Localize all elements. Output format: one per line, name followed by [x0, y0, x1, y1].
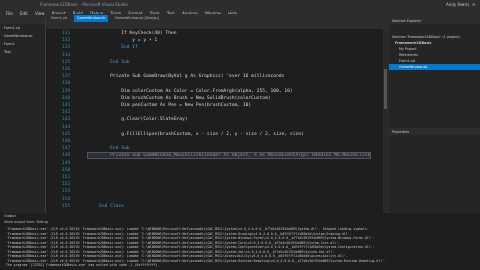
list-item[interactable]: GameWindow.vb — [0, 32, 45, 40]
line-number: 154 — [62, 196, 71, 202]
code-line[interactable]: g.Clear(Color.SlateGray) — [88, 117, 187, 122]
line-number: 145 — [62, 131, 71, 137]
line-number: 133 — [62, 45, 71, 51]
properties-title: Properties — [389, 129, 480, 135]
line-number: 143 — [62, 117, 71, 123]
output-title: Output — [4, 214, 16, 218]
list-item[interactable]: Text — [0, 48, 45, 56]
line-number: 151 — [62, 175, 71, 180]
output-line: 'Framework2DBasic.exe' (CLR v4.0.30319: … — [6, 254, 348, 258]
output-line: 'Framework2DBasic.exe' (CLR v4.0.30319: … — [6, 258, 386, 263]
line-number: 135 — [62, 59, 71, 65]
output-line: The program '[13332] Framework2DBasic.ex… — [6, 263, 160, 267]
solution-explorer: Solution Explorer Solution 'Framework2DB… — [389, 18, 480, 128]
output-line: 'Framework2DBasic.exe' (CLR v4.0.30319: … — [6, 227, 369, 231]
menu-edit[interactable]: Edit — [20, 9, 28, 18]
vertical-scrollbar[interactable] — [383, 29, 388, 213]
code-editor[interactable]: 131 If KeyCheck(40) Then 132 y = y + 1 133… — [46, 29, 383, 213]
line-number: 155 — [62, 203, 71, 209]
line-number: 138 — [62, 81, 71, 87]
line-number: 146 — [62, 139, 71, 144]
line-number: 144 — [62, 124, 71, 130]
code-line[interactable]: g.FillEllipse(brushCustom, x - size / 2,… — [88, 132, 304, 137]
code-line[interactable]: End Class — [88, 204, 124, 209]
output-source-select[interactable]: Show output from: Debug — [4, 220, 48, 224]
minimize-icon[interactable]: – — [462, 0, 464, 9]
title-bar: Framework2DBasic - Microsoft Visual Stud… — [0, 0, 480, 9]
code-line[interactable]: Private Sub GameDraw(ByVal g As Graphics… — [88, 74, 284, 79]
output-line: 'Framework2DBasic.exe' (CLR v4.0.30319: … — [6, 240, 340, 245]
line-number: 147 — [62, 146, 71, 152]
scrollbar-thumb[interactable] — [384, 69, 387, 109]
line-number: 150 — [62, 167, 71, 173]
properties-panel: Properties — [389, 129, 480, 213]
close-icon[interactable]: ✕ — [472, 0, 475, 9]
tab-gamewindow[interactable]: GameWindow.vb — [74, 15, 109, 22]
output-line: 'Framework2DBasic.exe' (CLR v4.0.30319: … — [6, 249, 337, 254]
code-line[interactable]: If KeyCheck(40) Then — [88, 31, 176, 36]
line-number: 134 — [62, 52, 71, 58]
output-line: 'Framework2DBasic.exe' (CLR v4.0.30319: … — [6, 245, 375, 249]
code-line[interactable]: Dim colorCustom As Color = Color.FromArg… — [88, 89, 292, 94]
list-item[interactable]: Form1 — [0, 40, 45, 48]
line-number: 139 — [62, 88, 71, 94]
output-line: 'Framework2DBasic.exe' (CLR v4.0.30319: … — [6, 231, 352, 236]
line-number: 136 — [62, 67, 71, 72]
line-number: 148 — [62, 153, 71, 159]
left-panel: Form1.vb GameWindow.vb Form1 Text — [0, 18, 46, 213]
code-line[interactable]: Dim penCustom As Pen = New Pen(brushCust… — [88, 103, 251, 108]
line-number: 153 — [62, 189, 71, 195]
line-number: 140 — [62, 95, 71, 101]
menu-view[interactable]: View — [35, 9, 45, 18]
line-number: 142 — [62, 110, 71, 116]
tab-form1[interactable]: Form1.vb — [48, 15, 70, 22]
line-number: 149 — [62, 160, 71, 166]
tab-gamewindow-design[interactable]: GameWindow.vb [Design] — [112, 15, 162, 22]
editor-tab-strip: Form1.vb GameWindow.vb GameWindow.vb [De… — [46, 14, 388, 23]
window-title: Framework2DBasic - Microsoft Visual Stud… — [40, 2, 128, 7]
code-line[interactable]: End Sub — [88, 146, 129, 151]
code-line[interactable]: End If — [88, 45, 138, 50]
code-line[interactable]: y = y + 1 — [88, 38, 157, 43]
line-number: 131 — [62, 31, 71, 36]
user-name[interactable]: Andy Harris — [446, 0, 469, 9]
line-number: 132 — [62, 38, 71, 44]
code-line[interactable]: Private Sub GameWindow_MouseClick(sender… — [86, 152, 372, 160]
line-number: 141 — [62, 103, 71, 108]
code-line[interactable]: End Sub — [88, 60, 129, 65]
code-line[interactable]: Dim brushCustom As Brush = New SolidBrus… — [88, 96, 270, 101]
output-panel: Output Show output from: Debug 'Framewor… — [0, 213, 480, 270]
tree-item-selected[interactable]: GameWindow.vb — [389, 64, 480, 70]
list-item[interactable]: Form1.vb — [0, 24, 45, 32]
output-line: 'Framework2DBasic.exe' (CLR v4.0.30319: … — [6, 236, 375, 240]
line-number: 137 — [62, 74, 71, 80]
menu-file[interactable]: File — [6, 9, 13, 18]
line-number: 152 — [62, 182, 71, 188]
